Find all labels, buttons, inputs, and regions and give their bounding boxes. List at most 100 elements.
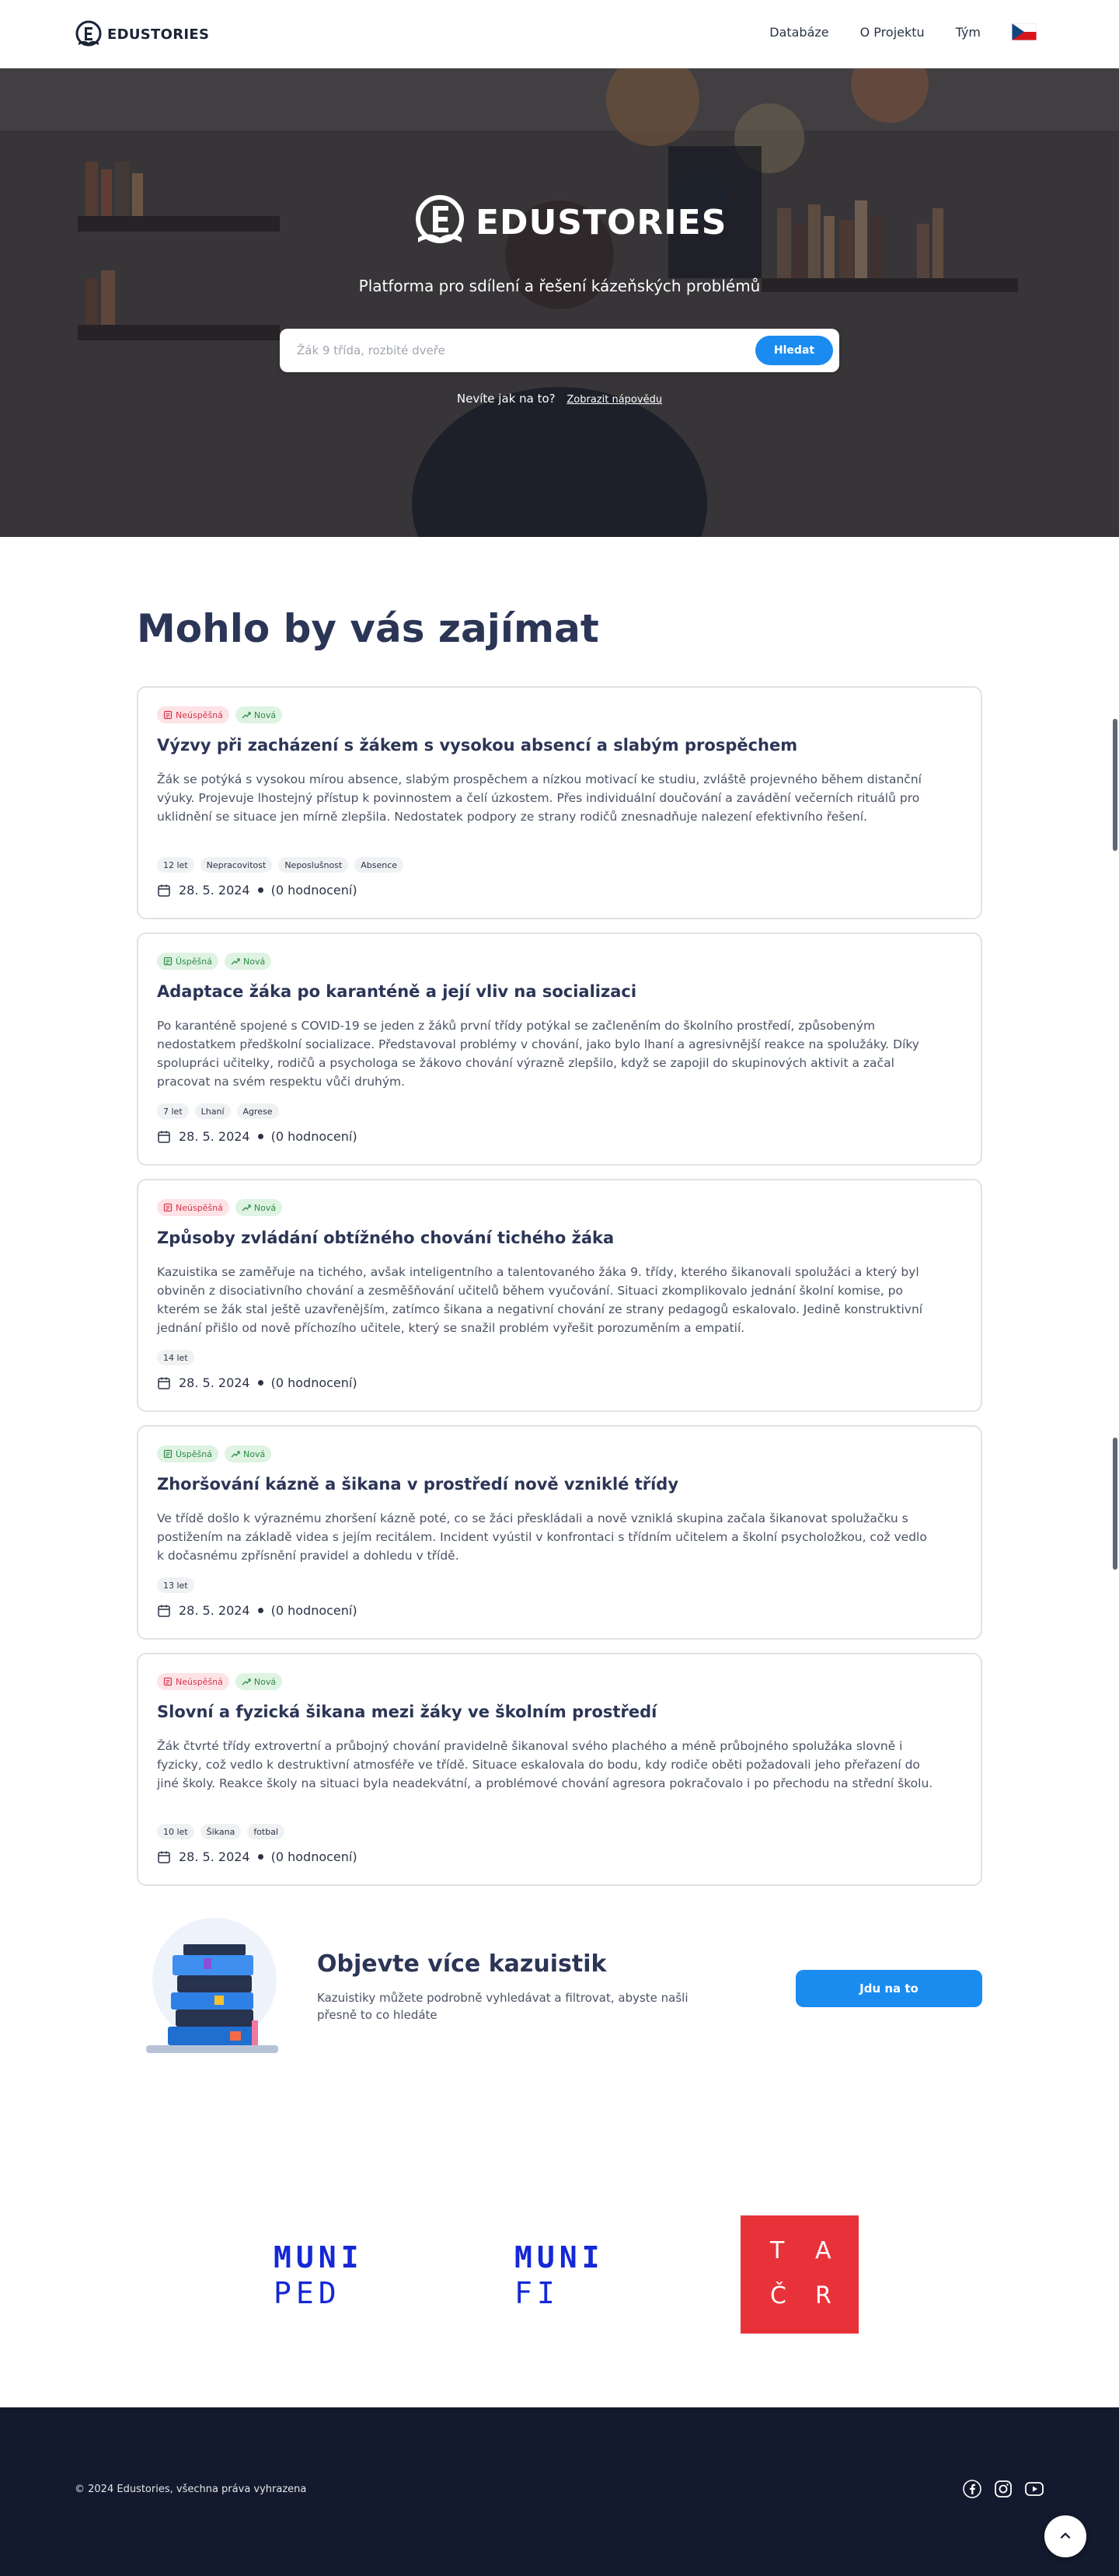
card-rating: (0 hodnocení) xyxy=(270,1375,357,1390)
hero-logo: EDUSTORIES xyxy=(412,193,727,252)
card-date: 28. 5. 2024 xyxy=(179,1129,250,1144)
card-description: Ve třídě došlo k výraznému zhoršení kázn… xyxy=(157,1511,927,1563)
top-navbar: EDUSTORIES Databáze O Projektu Tým xyxy=(0,0,1119,68)
search-input[interactable] xyxy=(297,338,732,363)
edustories-logo-icon xyxy=(416,195,464,243)
card-description: Žák se potýká s vysokou mírou absence, s… xyxy=(157,772,922,824)
scrollbar-thumb[interactable] xyxy=(1113,719,1117,851)
document-icon xyxy=(163,710,173,720)
search-button[interactable]: Hledat xyxy=(755,336,833,365)
nav-link-tym[interactable]: Tým xyxy=(956,25,981,40)
partner-muni-fi-logo[interactable]: MUNI FI xyxy=(514,2240,605,2311)
czech-flag-icon[interactable] xyxy=(1012,23,1037,40)
tag[interactable]: Agrese xyxy=(236,1103,279,1119)
partner-muni-ped-logo[interactable]: MUNI PED xyxy=(274,2240,364,2311)
edustories-logo-icon xyxy=(75,20,102,47)
brand-logo[interactable]: EDUSTORIES xyxy=(75,20,209,48)
card-title[interactable]: Výzvy při zacházení s žákem s vysokou ab… xyxy=(157,736,797,755)
card-meta: 28. 5. 2024 (0 hodnocení) xyxy=(157,1375,357,1390)
tag[interactable]: 12 let xyxy=(157,857,194,873)
card-description: Po karanténě spojené s COVID-19 se jeden… xyxy=(157,1019,919,1089)
partner-tacr-logo[interactable]: T A Č R xyxy=(741,2215,859,2334)
new-badge: Nová xyxy=(224,953,272,970)
card-meta: 28. 5. 2024 (0 hodnocení) xyxy=(157,883,357,898)
search-bar: Hledat xyxy=(280,329,839,372)
copyright-text: © 2024 Edustories, všechna práva vyhraze… xyxy=(75,2484,307,2495)
case-card[interactable]: Úspěšná Nová Adaptace žáka po karanténě … xyxy=(137,932,982,1166)
trend-up-icon xyxy=(242,712,251,719)
footer: © 2024 Edustories, všechna práva vyhraze… xyxy=(0,2407,1119,2576)
tag[interactable]: 13 let xyxy=(157,1577,194,1593)
separator-dot xyxy=(257,887,263,893)
hero-overlay xyxy=(0,68,1119,537)
card-badges: Úspěšná Nová xyxy=(157,1445,272,1462)
trend-up-icon xyxy=(231,1451,240,1458)
tag[interactable]: fotbal xyxy=(247,1824,285,1839)
tag[interactable]: Neposlušnost xyxy=(278,857,349,873)
card-description: Žák čtvrté třídy extrovertní a průbojný … xyxy=(157,1739,933,1790)
separator-dot xyxy=(257,1134,263,1139)
card-tags: 10 let Šikana fotbal xyxy=(157,1824,285,1839)
tag[interactable]: Nepracovitost xyxy=(200,857,273,873)
card-badges: Úspěšná Nová xyxy=(157,953,272,970)
document-icon xyxy=(163,1203,173,1212)
document-icon xyxy=(163,1677,173,1686)
scrollbar-thumb[interactable] xyxy=(1113,1438,1117,1570)
new-badge: Nová xyxy=(224,1445,272,1462)
trend-up-icon xyxy=(242,1678,251,1685)
chevron-up-icon xyxy=(1060,2532,1071,2539)
hero-tagline: Platforma pro sdílení a řešení kázeňskýc… xyxy=(358,277,761,295)
card-title[interactable]: Způsoby zvládání obtížného chování tiché… xyxy=(157,1229,614,1247)
case-card[interactable]: Neúspěšná Nová Výzvy při zacházení s žák… xyxy=(137,686,982,919)
calendar-icon xyxy=(158,1851,170,1863)
card-tags: 14 let xyxy=(157,1350,194,1365)
tag[interactable]: Absence xyxy=(354,857,404,873)
card-meta: 28. 5. 2024 (0 hodnocení) xyxy=(157,1603,357,1618)
status-badge: Neúspěšná xyxy=(157,1199,229,1216)
tag[interactable]: Lhaní xyxy=(194,1103,231,1119)
tag[interactable]: 10 let xyxy=(157,1824,194,1839)
card-date: 28. 5. 2024 xyxy=(179,1375,250,1390)
facebook-icon[interactable] xyxy=(962,2479,982,2499)
social-links xyxy=(962,2479,1044,2499)
separator-dot xyxy=(257,1854,263,1860)
tag[interactable]: 14 let xyxy=(157,1350,194,1365)
card-tags: 12 let Nepracovitost Neposlušnost Absenc… xyxy=(157,857,404,873)
tag[interactable]: 7 let xyxy=(157,1103,189,1119)
status-badge: Neúspěšná xyxy=(157,1673,229,1690)
nav-links: Databáze O Projektu Tým xyxy=(769,23,1037,40)
help-line: Nevíte jak na to? Zobrazit nápovědu xyxy=(0,392,1119,406)
tag[interactable]: Šikana xyxy=(200,1824,242,1839)
card-date: 28. 5. 2024 xyxy=(179,883,250,898)
calendar-icon xyxy=(158,884,170,897)
help-text: Nevíte jak na to? xyxy=(456,392,556,406)
scroll-to-top-button[interactable] xyxy=(1044,2515,1086,2557)
card-date: 28. 5. 2024 xyxy=(179,1603,250,1618)
promo-text: Kazuistiky můžete podrobně vyhledávat a … xyxy=(317,1991,688,2022)
new-badge: Nová xyxy=(235,1673,283,1690)
help-link[interactable]: Zobrazit nápovědu xyxy=(566,394,662,406)
card-meta: 28. 5. 2024 (0 hodnocení) xyxy=(157,1849,357,1864)
card-date: 28. 5. 2024 xyxy=(179,1849,250,1864)
case-card[interactable]: Neúspěšná Nová Slovní a fyzická šikana m… xyxy=(137,1653,982,1886)
document-icon xyxy=(163,1449,173,1459)
explore-button[interactable]: Jdu na to xyxy=(796,1970,982,2007)
card-rating: (0 hodnocení) xyxy=(270,1603,357,1618)
books-illustration xyxy=(146,1918,278,2053)
nav-link-databaze[interactable]: Databáze xyxy=(769,25,828,40)
case-card[interactable]: Neúspěšná Nová Způsoby zvládání obtížnéh… xyxy=(137,1179,982,1412)
card-meta: 28. 5. 2024 (0 hodnocení) xyxy=(157,1129,357,1144)
case-card[interactable]: Úspěšná Nová Zhoršování kázně a šikana v… xyxy=(137,1425,982,1640)
youtube-icon[interactable] xyxy=(1024,2479,1044,2499)
card-title[interactable]: Slovní a fyzická šikana mezi žáky ve ško… xyxy=(157,1703,657,1721)
card-tags: 13 let xyxy=(157,1577,194,1593)
nav-link-o-projektu[interactable]: O Projektu xyxy=(860,25,925,40)
card-tags: 7 let Lhaní Agrese xyxy=(157,1103,279,1119)
calendar-icon xyxy=(158,1605,170,1617)
card-title[interactable]: Adaptace žáka po karanténě a její vliv n… xyxy=(157,982,636,1001)
hero-banner: EDUSTORIES Platforma pro sdílení a řešen… xyxy=(0,68,1119,537)
instagram-icon[interactable] xyxy=(993,2479,1013,2499)
section-title: Mohlo by vás zajímat xyxy=(137,606,599,651)
trend-up-icon xyxy=(231,958,240,965)
card-title[interactable]: Zhoršování kázně a šikana v prostředí no… xyxy=(157,1475,678,1494)
